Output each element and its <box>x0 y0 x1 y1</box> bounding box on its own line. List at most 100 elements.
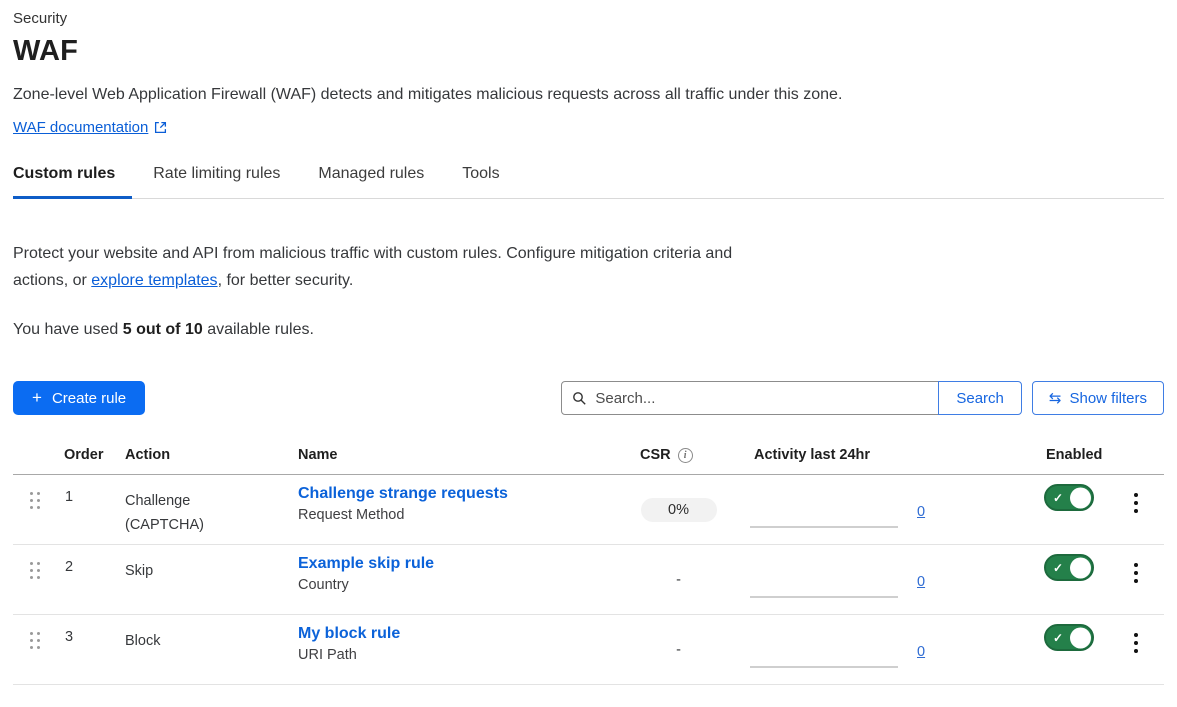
rule-order: 1 <box>50 475 112 544</box>
rule-name-link[interactable]: Challenge strange requests <box>298 485 620 503</box>
waf-documentation-link[interactable]: WAF documentation <box>13 119 148 136</box>
search-input[interactable] <box>595 390 928 407</box>
intro-text: Protect your website and API from malici… <box>13 240 758 294</box>
enabled-toggle[interactable]: ✓ <box>1044 554 1094 581</box>
tab-custom-rules[interactable]: Custom rules <box>13 165 132 199</box>
csr-value: 0% <box>641 498 717 522</box>
enabled-toggle[interactable]: ✓ <box>1044 624 1094 651</box>
enabled-cell: ✓ <box>1030 475 1110 544</box>
usage-prefix: You have used <box>13 321 123 338</box>
search-button[interactable]: Search <box>938 381 1022 415</box>
show-filters-button[interactable]: ⇆ Show filters <box>1032 381 1164 415</box>
external-link-icon <box>154 121 167 134</box>
menu-cell <box>1110 475 1164 544</box>
activity-cell: 0 <box>737 475 1030 544</box>
table-row: 3 Block My block rule URI Path - 0 ✓ <box>13 615 1164 685</box>
drag-handle-icon[interactable] <box>30 492 40 509</box>
filters-swap-icon: ⇆ <box>1049 389 1062 407</box>
kebab-menu-icon[interactable] <box>1128 559 1144 587</box>
rules-table: Order Action Name CSR i Activity last 24… <box>13 441 1164 685</box>
table-header: Order Action Name CSR i Activity last 24… <box>13 441 1164 475</box>
activity-sparkline <box>750 666 898 668</box>
column-name: Name <box>285 441 620 474</box>
explore-templates-link[interactable]: explore templates <box>91 272 217 289</box>
rule-action: Challenge (CAPTCHA) <box>112 475 285 544</box>
search-icon <box>572 391 587 406</box>
column-enabled: Enabled <box>1030 441 1110 474</box>
activity-sparkline <box>750 526 898 528</box>
rule-action-line2: (CAPTCHA) <box>125 513 285 537</box>
column-order: Order <box>50 441 112 474</box>
table-row: 2 Skip Example skip rule Country - 0 ✓ <box>13 545 1164 615</box>
rule-action-line1: Skip <box>125 559 285 583</box>
csr-value: - <box>676 572 681 588</box>
rule-name-link[interactable]: Example skip rule <box>298 555 620 573</box>
kebab-menu-icon[interactable] <box>1128 489 1144 517</box>
page-title: WAF <box>13 35 1164 68</box>
rule-action-line1: Block <box>125 629 285 653</box>
waf-page: Security WAF Zone-level Web Application … <box>0 0 1177 685</box>
kebab-menu-icon[interactable] <box>1128 629 1144 657</box>
show-filters-label: Show filters <box>1069 390 1147 407</box>
menu-cell <box>1110 615 1164 684</box>
rule-action-line1: Challenge <box>125 489 285 513</box>
rule-name-cell: My block rule URI Path <box>285 615 620 684</box>
toggle-knob <box>1070 627 1091 648</box>
activity-sparkline <box>750 596 898 598</box>
drag-handle-icon[interactable] <box>30 562 40 579</box>
drag-cell <box>13 615 50 684</box>
tab-bar: Custom rules Rate limiting rules Managed… <box>13 165 1164 199</box>
csr-cell: - <box>620 545 737 614</box>
drag-cell <box>13 545 50 614</box>
search-box <box>561 381 939 415</box>
intro-text-after: , for better security. <box>218 272 354 289</box>
page-description: Zone-level Web Application Firewall (WAF… <box>13 86 1164 104</box>
column-drag <box>13 441 50 474</box>
rule-match-field: Request Method <box>298 507 620 523</box>
csr-cell: - <box>620 615 737 684</box>
create-rule-button[interactable]: + Create rule <box>13 381 145 415</box>
table-row: 1 Challenge (CAPTCHA) Challenge strange … <box>13 475 1164 545</box>
column-action: Action <box>112 441 285 474</box>
rule-order: 3 <box>50 615 112 684</box>
rule-name-link[interactable]: My block rule <box>298 625 620 643</box>
breadcrumb: Security <box>13 10 1164 27</box>
enabled-toggle[interactable]: ✓ <box>1044 484 1094 511</box>
check-icon: ✓ <box>1053 631 1063 645</box>
toggle-knob <box>1070 487 1091 508</box>
usage-count: 5 out of 10 <box>123 321 203 338</box>
check-icon: ✓ <box>1053 561 1063 575</box>
csr-cell: 0% <box>620 475 737 544</box>
toolbar: + Create rule Search ⇆ Show filters <box>13 381 1164 415</box>
info-icon[interactable]: i <box>678 448 693 463</box>
rule-match-field: Country <box>298 577 620 593</box>
check-icon: ✓ <box>1053 491 1063 505</box>
enabled-cell: ✓ <box>1030 545 1110 614</box>
column-csr: CSR i <box>620 441 737 474</box>
column-activity: Activity last 24hr <box>737 441 1030 474</box>
column-csr-label: CSR <box>640 447 671 463</box>
rule-order: 2 <box>50 545 112 614</box>
toggle-knob <box>1070 557 1091 578</box>
csr-value: - <box>676 642 681 658</box>
rule-name-cell: Challenge strange requests Request Metho… <box>285 475 620 544</box>
drag-handle-icon[interactable] <box>30 632 40 649</box>
activity-count-link[interactable]: 0 <box>917 574 925 590</box>
tab-managed-rules[interactable]: Managed rules <box>318 165 441 199</box>
rule-match-field: URI Path <box>298 647 620 663</box>
drag-cell <box>13 475 50 544</box>
menu-cell <box>1110 545 1164 614</box>
usage-suffix: available rules. <box>203 321 314 338</box>
activity-cell: 0 <box>737 545 1030 614</box>
rule-action: Block <box>112 615 285 684</box>
table-body: 1 Challenge (CAPTCHA) Challenge strange … <box>13 475 1164 685</box>
usage-summary: You have used 5 out of 10 available rule… <box>13 321 1164 339</box>
create-rule-label: Create rule <box>52 390 126 407</box>
enabled-cell: ✓ <box>1030 615 1110 684</box>
tab-tools[interactable]: Tools <box>462 165 516 199</box>
plus-icon: + <box>32 388 42 408</box>
activity-count-link[interactable]: 0 <box>917 504 925 520</box>
tab-rate-limiting-rules[interactable]: Rate limiting rules <box>153 165 297 199</box>
activity-count-link[interactable]: 0 <box>917 644 925 660</box>
activity-cell: 0 <box>737 615 1030 684</box>
